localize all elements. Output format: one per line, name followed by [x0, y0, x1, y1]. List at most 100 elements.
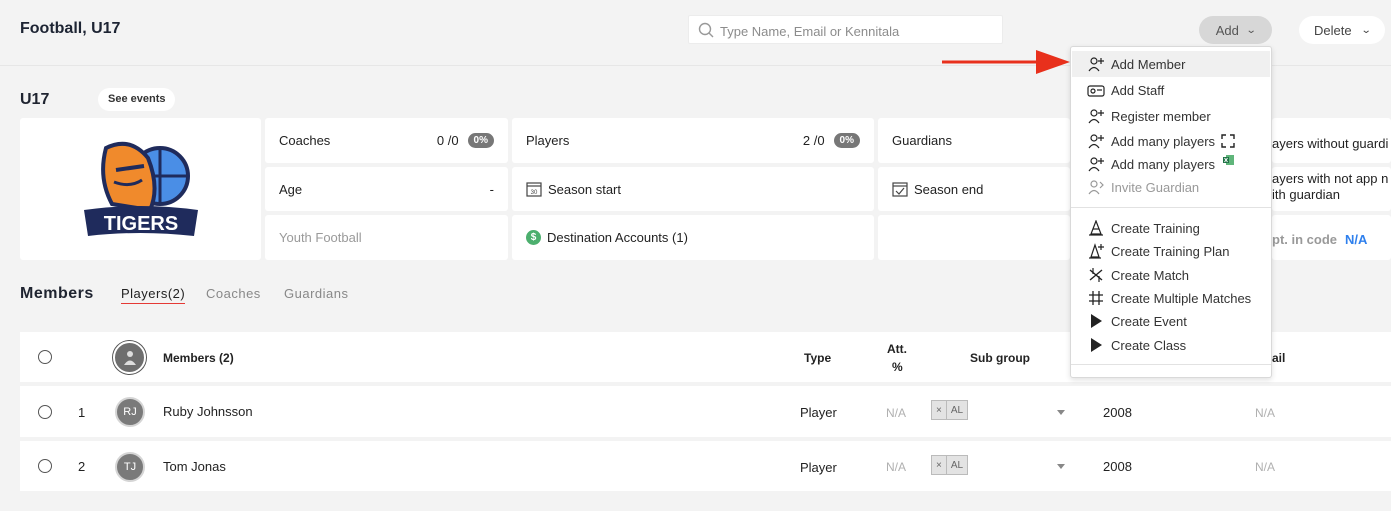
person-add-icon — [1088, 109, 1104, 124]
add-button-label: Add — [1215, 22, 1239, 38]
menu-item-label: Create Multiple Matches — [1111, 290, 1252, 306]
play-icon — [1091, 338, 1102, 352]
menu-item-create-class[interactable]: Create Class — [1087, 335, 1186, 355]
row-select-radio[interactable] — [38, 459, 52, 473]
age-value: - — [489, 181, 494, 197]
destination-accounts-cell[interactable]: $ Destination Accounts (1) — [512, 215, 874, 260]
season-start-label: Season start — [548, 181, 621, 197]
email-column-header[interactable]: ail — [1272, 351, 1285, 365]
players-not-app-cell: ayers with not app n ith guardian — [1272, 167, 1391, 211]
table-row[interactable]: 2 TJ Tom Jonas Player N/A × AL 2008 N/A — [20, 441, 1391, 491]
menu-item-add-member[interactable]: Add Member — [1087, 54, 1185, 74]
menu-item-label: Create Training Plan — [1111, 243, 1230, 259]
members-title: Members — [20, 285, 94, 302]
user-icon — [113, 341, 146, 374]
avatar: RJ — [115, 397, 145, 427]
menu-item-create-match[interactable]: Create Match — [1087, 265, 1189, 285]
add-button[interactable]: Add ⌄ — [1199, 16, 1272, 44]
coaches-badge: 0% — [467, 133, 494, 148]
menu-separator — [1071, 207, 1271, 208]
age-label: Age — [279, 181, 303, 197]
member-name[interactable]: Tom Jonas — [163, 459, 226, 474]
tigers-logo: TIGERS — [84, 141, 198, 236]
coaches-label: Coaches — [279, 133, 331, 148]
person-add-icon — [1088, 57, 1104, 72]
members-column-header[interactable]: Members (2) — [163, 351, 234, 365]
delete-button[interactable]: Delete ⌄ — [1299, 16, 1385, 44]
att-column-header-line2[interactable]: % — [892, 360, 903, 374]
row-select-radio[interactable] — [38, 405, 52, 419]
menu-item-label: Invite Guardian — [1111, 179, 1200, 195]
menu-separator — [1071, 364, 1271, 365]
menu-item-create-training[interactable]: Create Training — [1087, 218, 1200, 238]
svg-text:30: 30 — [531, 190, 538, 196]
tab-players[interactable]: Players(2) — [121, 286, 186, 304]
id-card-icon — [1087, 85, 1105, 97]
team-logo-card: TIGERS — [20, 118, 261, 260]
players-without-guardian-cell: ayers without guardi — [1272, 118, 1391, 163]
players-without-guardian-label: ayers without guardi — [1272, 136, 1389, 151]
person-add-icon — [1088, 134, 1104, 149]
calendar-check-icon — [892, 182, 908, 197]
subgroup-tag[interactable]: × AL — [931, 400, 969, 420]
avatar: TJ — [115, 452, 145, 482]
see-events-button[interactable]: See events — [98, 88, 176, 111]
tab-guardians[interactable]: Guardians — [284, 286, 348, 301]
member-attendance: N/A — [886, 406, 907, 420]
players-badge: 0% — [833, 133, 860, 148]
coaches-cell: Coaches 0 /0 0% — [265, 118, 508, 163]
remove-tag-icon[interactable]: × — [932, 401, 946, 419]
menu-item-label: Create Training — [1111, 220, 1200, 236]
person-invite-icon — [1088, 180, 1104, 195]
menu-item-register-member[interactable]: Register member — [1087, 106, 1211, 126]
menu-item-label: Create Event — [1111, 313, 1187, 329]
match-icon — [1089, 268, 1103, 282]
multi-match-icon — [1089, 291, 1103, 305]
search-input[interactable] — [720, 21, 990, 41]
menu-item-add-staff[interactable]: Add Staff — [1087, 80, 1164, 100]
menu-item-label: Add many players — [1111, 156, 1216, 172]
att-column-header-line1[interactable]: Att. — [887, 342, 907, 356]
excel-icon — [1223, 155, 1235, 165]
member-email: N/A — [1255, 460, 1276, 474]
subgroup-tag-label: AL — [945, 456, 967, 474]
group-name: U17 — [20, 91, 50, 108]
menu-item-add-many-players-excel[interactable]: Add many players — [1087, 154, 1235, 174]
member-name[interactable]: Ruby Johnsson — [163, 404, 253, 419]
table-row[interactable]: 1 RJ Ruby Johnsson Player N/A × AL 2008 … — [20, 386, 1391, 437]
row-index: 1 — [78, 405, 86, 420]
subgroup-dropdown-icon[interactable] — [1057, 410, 1065, 415]
guardians-cell: Guardians — [878, 118, 1070, 163]
menu-item-create-multiple-matches[interactable]: Create Multiple Matches — [1087, 288, 1251, 308]
subgroup-column-header[interactable]: Sub group — [970, 351, 1030, 365]
scan-icon — [1221, 134, 1235, 148]
menu-item-label: Create Class — [1111, 337, 1187, 353]
member-type: Player — [800, 405, 837, 420]
season-start-cell: 30 Season start — [512, 167, 874, 211]
chevron-down-icon: ⌄ — [1245, 24, 1257, 36]
subgroup-tag[interactable]: × AL — [931, 455, 969, 475]
empty-cell — [878, 215, 1070, 260]
remove-tag-icon[interactable]: × — [932, 456, 946, 474]
menu-item-create-training-plan[interactable]: Create Training Plan — [1087, 241, 1230, 261]
sport-label: Youth Football — [279, 230, 362, 245]
players-cell: Players 2 /0 0% — [512, 118, 874, 163]
person-add-icon — [1088, 157, 1104, 172]
select-all-radio[interactable] — [38, 350, 52, 364]
type-column-header[interactable]: Type — [804, 351, 831, 365]
cone-icon — [1089, 220, 1103, 236]
tab-coaches[interactable]: Coaches — [206, 286, 261, 301]
dept-code-cell: pt. in code N/A — [1272, 215, 1391, 260]
member-year: 2008 — [1103, 405, 1132, 420]
dept-code-label: pt. in code — [1272, 232, 1337, 247]
menu-item-invite-guardian[interactable]: Invite Guardian — [1087, 177, 1199, 197]
menu-item-create-event[interactable]: Create Event — [1087, 311, 1187, 331]
subgroup-dropdown-icon[interactable] — [1057, 464, 1065, 469]
row-index: 2 — [78, 459, 86, 474]
search-box[interactable] — [688, 15, 1003, 44]
menu-item-label: Register member — [1111, 108, 1211, 124]
menu-item-add-many-players-scan[interactable]: Add many players — [1087, 131, 1235, 151]
players-value: 2 /0 — [802, 133, 825, 148]
menu-item-label: Add Member — [1111, 56, 1186, 72]
search-icon — [698, 22, 714, 38]
